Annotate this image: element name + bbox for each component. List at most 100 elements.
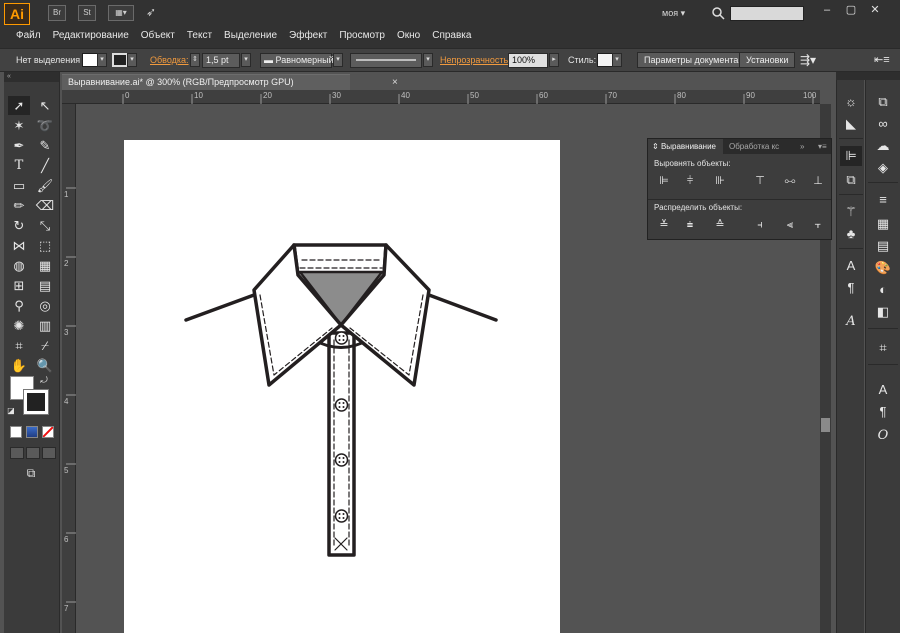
appearance-panel-icon[interactable]: ◐ [872,280,894,300]
tools-collapse-icon[interactable]: « [4,72,59,82]
horizontal-distribute-right-icon[interactable]: ⫟ [810,217,826,233]
artboards-panel-icon[interactable]: ⧉ [872,92,894,112]
menu-effect[interactable]: Эффект [283,27,333,45]
line-segment-tool-icon[interactable]: ╱ [34,156,56,175]
cc-libraries-panel-icon[interactable]: ☁ [872,136,894,156]
rectangle-tool-icon[interactable]: ▭ [8,176,30,195]
horizontal-align-center-icon[interactable]: ⫩ [682,173,698,189]
symbols-panel-icon[interactable]: ♣ [840,224,862,244]
tab-align[interactable]: ⇕ Выравнивание [648,139,723,154]
arrange-icon[interactable]: ⇶▾ [800,53,816,67]
eyedropper-tool-icon[interactable]: ⚲ [8,296,30,315]
menu-object[interactable]: Объект [135,27,181,45]
shirt-collar-artwork[interactable] [124,140,560,633]
blend-tool-icon[interactable]: ◎ [34,296,56,315]
swatches-panel-icon[interactable]: ▦ [872,214,894,234]
color-guide-panel-icon[interactable]: ▤ [872,236,894,256]
close-icon[interactable]: ✕ [866,3,884,17]
lasso-tool-icon[interactable]: ➰ [34,116,56,135]
brush-definition[interactable] [350,53,422,68]
symbol-sprayer-tool-icon[interactable]: ✺ [8,316,30,335]
stroke-stepper-icon[interactable]: ⇕ [190,53,200,67]
hand-tool-icon[interactable]: ✋ [8,356,30,375]
vertical-align-bottom-icon[interactable]: ⊥ [810,173,826,189]
color-mode-icon[interactable] [10,426,22,438]
scale-tool-icon[interactable]: ⤡ [34,216,56,235]
horizontal-align-left-icon[interactable]: ⊫ [656,173,672,189]
mesh-tool-icon[interactable]: ⊞ [8,276,30,295]
free-transform-tool-icon[interactable]: ⬚ [34,236,56,255]
document-setup-button[interactable]: Параметры документа [637,52,746,68]
stroke-weight-label[interactable]: Обводка: [150,55,189,65]
variable-width-profile[interactable]: ▬ Равномерный [260,53,334,68]
stroke-color-swatch[interactable] [112,53,128,67]
eraser-tool-icon[interactable]: ⌫ [34,196,56,215]
bridge-button[interactable]: Br [48,5,66,21]
zoom-tool-icon[interactable]: 🔍 [34,356,56,375]
gpu-performance-icon[interactable]: ➶ [142,5,160,21]
maximize-icon[interactable]: ▢ [842,3,860,17]
type-tool-icon[interactable]: T [8,156,30,175]
paragraph-panel-icon[interactable]: ¶ [872,402,894,422]
width-tool-icon[interactable]: ⋈ [8,236,30,255]
scrollbar-thumb[interactable] [821,418,830,432]
menu-help[interactable]: Справка [426,27,477,45]
glyphs-panel-icon[interactable]: O [872,426,894,446]
menu-type[interactable]: Текст [181,27,218,45]
rotate-tool-icon[interactable]: ↻ [8,216,30,235]
horizontal-distribute-center-icon[interactable]: ⫷ [782,217,798,233]
stock-button[interactable]: St [78,5,96,21]
gradient-panel-icon[interactable]: ◣ [840,114,862,134]
menu-edit[interactable]: Редактирование [47,27,135,45]
vertical-align-top-icon[interactable]: ⊤ [752,173,768,189]
menu-file[interactable]: Файл [10,27,47,45]
color-panel-icon[interactable]: 🎨 [872,258,894,278]
pathfinder-panel-icon[interactable]: ⧉ [840,170,862,190]
draw-inside-icon[interactable] [26,447,40,459]
artboard-tool-icon[interactable]: ⌗ [8,336,30,355]
arrange-documents-icon[interactable]: ▦▾ [108,5,134,21]
vertical-distribute-top-icon[interactable]: ≚ [656,217,672,233]
artboard[interactable] [124,140,560,633]
panel-options-icon[interactable]: ▾≡ [814,139,831,154]
panel-collapse-icon[interactable]: » [796,139,808,154]
transform-panel-icon[interactable]: ⌗ [872,338,894,358]
stroke-weight-dropdown-icon[interactable]: ▾ [241,53,251,67]
brush-dropdown-icon[interactable]: ▾ [423,53,433,67]
default-colors-icon[interactable]: ◪ [6,406,16,416]
search-input[interactable] [730,6,804,21]
paragraph-styles-panel-icon[interactable]: ¶ [840,278,862,298]
gradient-mode-icon[interactable] [26,426,38,438]
pencil-tool-icon[interactable]: ✏ [8,196,30,215]
swap-fill-stroke-icon[interactable]: ⤾ [38,374,50,386]
menu-window[interactable]: Окно [391,27,426,45]
gradient-tool-icon[interactable]: ▤ [34,276,56,295]
screen-mode-icon[interactable]: ⧉ [20,464,42,483]
graphic-style-swatch[interactable] [597,53,613,67]
fill-dropdown-icon[interactable]: ▾ [97,53,107,67]
transparency-panel-icon[interactable]: ◧ [872,302,894,322]
menu-select[interactable]: Выделение [218,27,283,45]
profile-dropdown-icon[interactable]: ▾ [333,53,343,67]
vertical-distribute-bottom-icon[interactable]: ≙ [712,217,728,233]
opentype-panel-icon[interactable]: A [840,312,862,332]
character-panel-icon[interactable]: A [872,380,894,400]
magic-wand-tool-icon[interactable]: ✶ [8,116,30,135]
style-dropdown-icon[interactable]: ▾ [612,53,622,67]
horizontal-align-right-icon[interactable]: ⊪ [712,173,728,189]
opacity-field[interactable]: 100% [508,53,548,68]
fill-color-swatch[interactable] [82,53,98,67]
links-panel-icon[interactable]: ∞ [872,114,894,134]
minimize-icon[interactable]: – [818,3,836,17]
pen-tool-icon[interactable]: ✒ [8,136,30,155]
draw-mode-icon[interactable] [10,447,24,459]
panel-menu-icon[interactable]: ⇤≡ [874,53,890,66]
preferences-button[interactable]: Установки [739,52,796,68]
dock-header[interactable] [836,72,900,80]
curvature-tool-icon[interactable]: ✎ [34,136,56,155]
opacity-label[interactable]: Непрозрачность: [440,55,511,65]
perspective-grid-tool-icon[interactable]: ▦ [34,256,56,275]
draw-behind-icon[interactable] [42,447,56,459]
direct-selection-tool-icon[interactable]: ↖ [34,96,56,115]
horizontal-distribute-left-icon[interactable]: ⫞ [752,217,768,233]
